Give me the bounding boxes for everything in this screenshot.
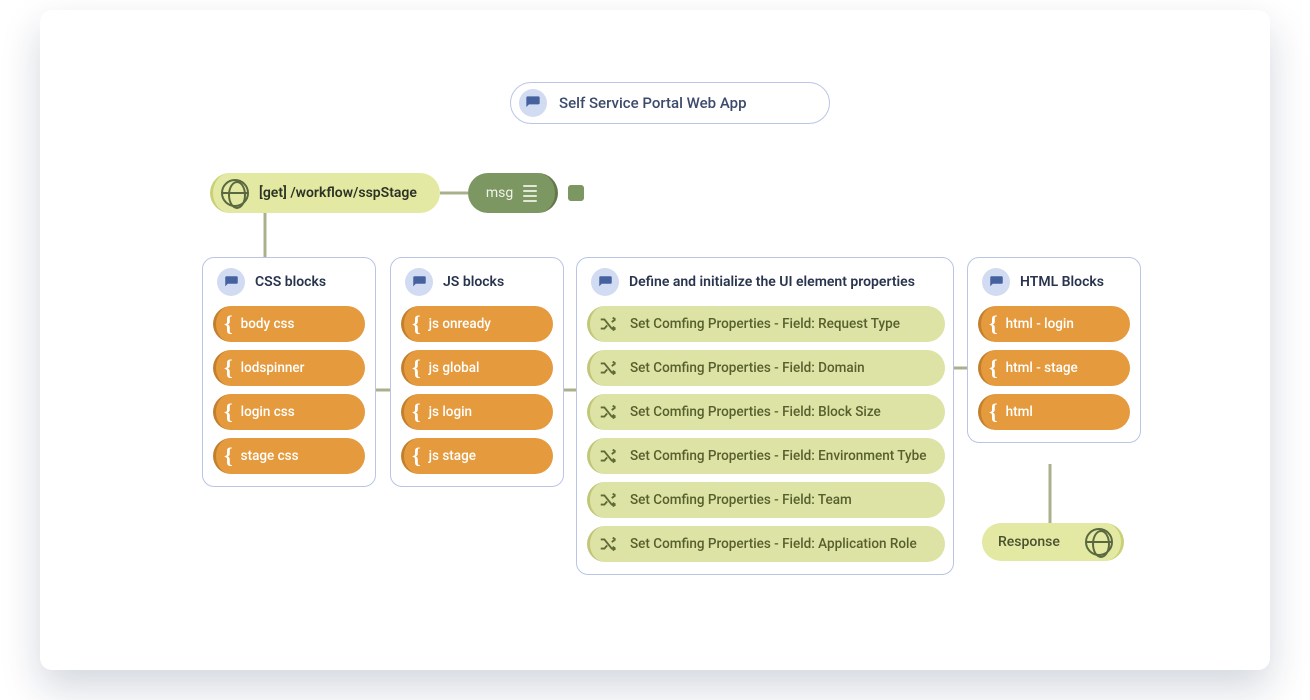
node-label: Set Comfing Properties - Field: Environm… xyxy=(630,448,926,464)
title-label: Self Service Portal Web App xyxy=(559,94,747,112)
comment-title[interactable]: Self Service Portal Web App xyxy=(510,82,830,124)
comment-icon xyxy=(982,268,1010,296)
node-label: Set Comfing Properties - Field: Team xyxy=(630,492,852,508)
http-in-node[interactable]: [get] /workflow/sspStage xyxy=(210,173,440,213)
shuffle-icon xyxy=(598,313,620,335)
brace-icon: { xyxy=(412,445,421,467)
shuffle-icon xyxy=(598,401,620,423)
change-node[interactable]: Set Comfing Properties - Field: Environm… xyxy=(587,438,945,474)
change-node[interactable]: Set Comfing Properties - Field: Block Si… xyxy=(587,394,945,430)
node-label: html xyxy=(1006,404,1033,420)
http-in-label: [get] /workflow/sspStage xyxy=(259,185,417,201)
group-header: HTML Blocks xyxy=(978,268,1130,296)
change-node[interactable]: Set Comfing Properties - Field: Request … xyxy=(587,306,945,342)
debug-label: msg xyxy=(486,185,513,201)
shuffle-icon xyxy=(598,445,620,467)
template-node[interactable]: { js onready xyxy=(401,306,553,342)
globe-icon xyxy=(221,179,249,207)
brace-icon: { xyxy=(412,401,421,423)
brace-icon: { xyxy=(224,445,233,467)
shuffle-icon xyxy=(598,489,620,511)
node-label: html - stage xyxy=(1006,360,1078,376)
template-node[interactable]: { html - login xyxy=(978,306,1130,342)
group-header: Define and initialize the UI element pro… xyxy=(587,268,943,296)
group-header: CSS blocks xyxy=(213,268,365,296)
node-label: login css xyxy=(241,404,295,420)
node-label: body css xyxy=(241,316,295,332)
brace-icon: { xyxy=(989,313,998,335)
node-label: Set Comfing Properties - Field: Request … xyxy=(630,316,900,332)
response-label: Response xyxy=(998,534,1060,550)
shuffle-icon xyxy=(598,533,620,555)
brace-icon: { xyxy=(224,357,233,379)
debug-node[interactable]: msg xyxy=(468,173,558,213)
group-ui-props[interactable]: Define and initialize the UI element pro… xyxy=(576,257,954,575)
template-node[interactable]: { login css xyxy=(213,394,365,430)
comment-icon xyxy=(217,268,245,296)
brace-icon: { xyxy=(224,401,233,423)
change-node[interactable]: Set Comfing Properties - Field: Applicat… xyxy=(587,526,945,562)
node-label: Set Comfing Properties - Field: Block Si… xyxy=(630,404,881,420)
node-label: js global xyxy=(429,360,480,376)
node-label: Set Comfing Properties - Field: Applicat… xyxy=(630,536,917,552)
group-title: HTML Blocks xyxy=(1020,274,1104,290)
brace-icon: { xyxy=(412,313,421,335)
brace-icon: { xyxy=(412,357,421,379)
template-node[interactable]: { js login xyxy=(401,394,553,430)
group-html[interactable]: HTML Blocks {html - login {html - stage … xyxy=(967,257,1141,443)
comment-icon xyxy=(591,268,619,296)
node-label: js login xyxy=(429,404,472,420)
comment-icon xyxy=(519,89,547,117)
shuffle-icon xyxy=(598,357,620,379)
template-node[interactable]: { lodspinner xyxy=(213,350,365,386)
template-node[interactable]: { js global xyxy=(401,350,553,386)
template-node[interactable]: { stage css xyxy=(213,438,365,474)
http-response-node[interactable]: Response xyxy=(982,523,1124,561)
comment-icon xyxy=(405,268,433,296)
group-css[interactable]: CSS blocks { body css { lodspinner { login … xyxy=(202,257,376,487)
change-node[interactable]: Set Comfing Properties - Field: Domain xyxy=(587,350,945,386)
group-title: JS blocks xyxy=(443,274,504,290)
brace-icon: { xyxy=(224,313,233,335)
node-label: js onready xyxy=(429,316,491,332)
template-node[interactable]: { body css xyxy=(213,306,365,342)
list-icon xyxy=(523,185,537,202)
group-title: Define and initialize the UI element pro… xyxy=(629,274,915,290)
node-label: js stage xyxy=(429,448,476,464)
group-header: JS blocks xyxy=(401,268,553,296)
brace-icon: { xyxy=(989,357,998,379)
brace-icon: { xyxy=(989,401,998,423)
template-node[interactable]: { html xyxy=(978,394,1130,430)
globe-icon xyxy=(1085,528,1113,556)
flow-canvas[interactable]: Self Service Portal Web App [get] /workf… xyxy=(40,10,1270,670)
node-label: stage css xyxy=(241,448,299,464)
change-node[interactable]: Set Comfing Properties - Field: Team xyxy=(587,482,945,518)
node-label: lodspinner xyxy=(241,360,305,376)
template-node[interactable]: { html - stage xyxy=(978,350,1130,386)
node-label: Set Comfing Properties - Field: Domain xyxy=(630,360,865,376)
group-title: CSS blocks xyxy=(255,274,326,290)
group-js[interactable]: JS blocks { js onready { js global { js log… xyxy=(390,257,564,487)
template-node[interactable]: { js stage xyxy=(401,438,553,474)
debug-status-icon xyxy=(568,185,584,201)
node-label: html - login xyxy=(1006,316,1074,332)
